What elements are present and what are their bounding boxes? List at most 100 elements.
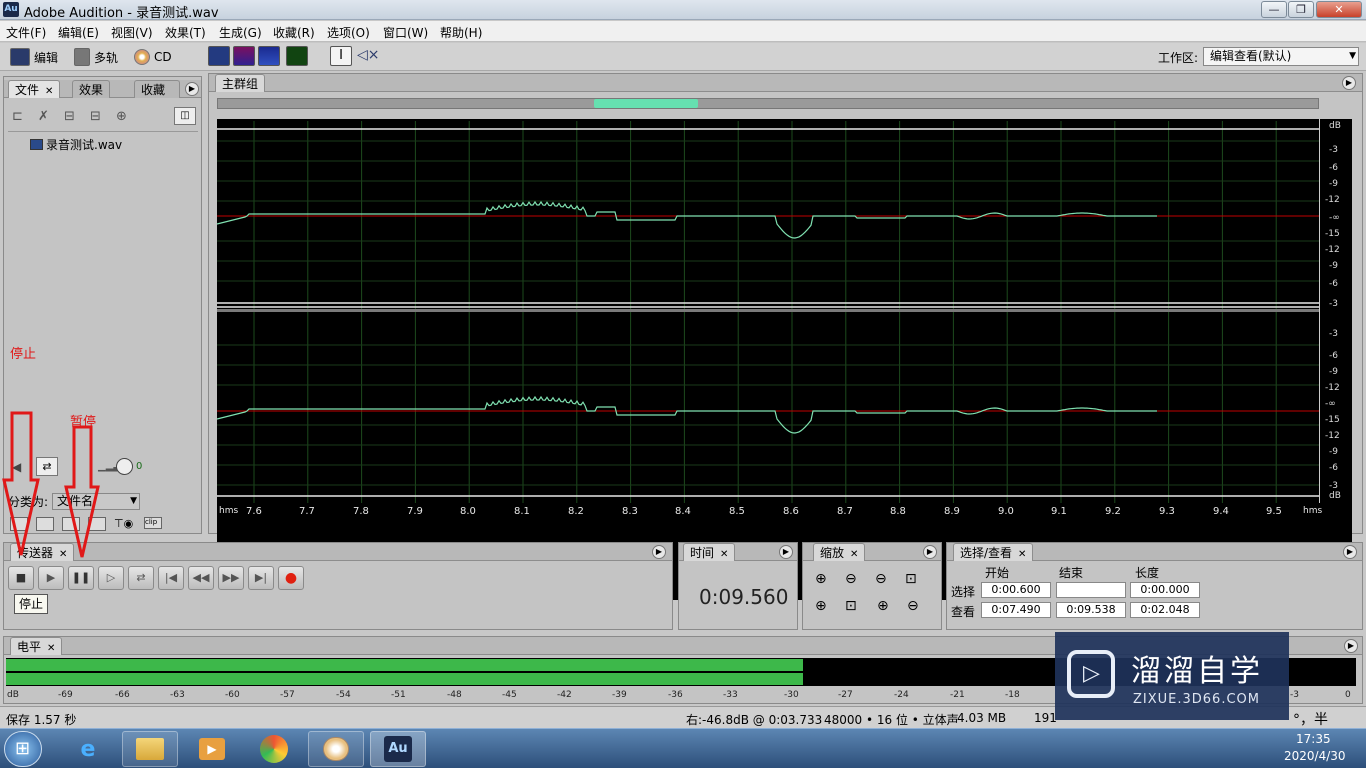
- tab-main-group[interactable]: 主群组: [215, 74, 266, 92]
- taskbar-paint[interactable]: [308, 731, 364, 767]
- taskbar-audition[interactable]: Au: [370, 731, 426, 767]
- maximize-button[interactable]: ❐: [1288, 1, 1314, 18]
- waveform-canvas[interactable]: [217, 121, 1319, 503]
- loop-play-button[interactable]: ⇄: [128, 566, 154, 590]
- overview-scrollbar[interactable]: [217, 98, 1319, 109]
- view-length-field[interactable]: 0:02.048: [1130, 602, 1200, 618]
- spectral-pan-button[interactable]: [258, 46, 280, 66]
- time-selection-tool-icon[interactable]: I: [330, 46, 352, 66]
- menu-file[interactable]: 文件(F): [6, 24, 46, 41]
- minimize-button[interactable]: —: [1261, 1, 1287, 18]
- go-to-end-button[interactable]: ▶|: [248, 566, 274, 590]
- zoom-selection-icon[interactable]: ⊡: [905, 571, 917, 587]
- record-button[interactable]: ●: [278, 566, 304, 590]
- menu-effects[interactable]: 效果(T): [165, 24, 206, 41]
- open-file-icon[interactable]: ⊏: [12, 109, 23, 124]
- tab-selection-view[interactable]: 选择/查看 ✕: [953, 543, 1034, 561]
- waveform-display-button[interactable]: [208, 46, 230, 66]
- close-icon[interactable]: ✕: [45, 86, 53, 97]
- start-button[interactable]: ⊞: [4, 731, 42, 767]
- scroll-thumb[interactable]: [594, 99, 698, 108]
- menu-generate[interactable]: 生成(G): [219, 24, 262, 41]
- zoom-right-edge-icon[interactable]: ⊡: [845, 598, 857, 614]
- edit-view-button[interactable]: 编辑: [10, 46, 58, 68]
- panel-menu-icon[interactable]: ▶: [185, 82, 199, 96]
- menu-view[interactable]: 视图(V): [111, 24, 153, 41]
- ruler-unit: hms: [219, 506, 239, 516]
- time-ruler: hms 7.6 7.7 7.8 7.9 8.0 8.1 8.2 8.3 8.4 …: [217, 506, 1352, 526]
- annotation-arrow-pause: [64, 425, 100, 558]
- multitrack-view-button[interactable]: 多轨: [74, 46, 118, 68]
- view-end-field[interactable]: 0:09.538: [1056, 602, 1126, 618]
- close-icon[interactable]: ✕: [1018, 549, 1026, 560]
- zoom-left-edge-icon[interactable]: ⊕: [815, 598, 827, 614]
- db-label: -15: [1325, 229, 1340, 239]
- close-button[interactable]: ✕: [1316, 1, 1362, 18]
- tab-time[interactable]: 时间 ✕: [683, 543, 736, 561]
- panel-menu-icon[interactable]: ▶: [779, 545, 793, 559]
- stop-button[interactable]: ■: [8, 566, 34, 590]
- tab-zoom[interactable]: 缩放 ✕: [813, 543, 866, 561]
- zoom-out-vertical-icon[interactable]: ⊖: [907, 598, 919, 614]
- tab-level[interactable]: 电平 ✕: [10, 637, 63, 655]
- level-scale-label: -57: [280, 690, 295, 700]
- fast-forward-button[interactable]: ▶▶: [218, 566, 244, 590]
- tab-favorites[interactable]: 收藏夹: [134, 80, 180, 98]
- selection-end-field[interactable]: [1056, 582, 1126, 598]
- close-icon[interactable]: ✕: [720, 549, 728, 560]
- level-scale-label: 0: [1345, 690, 1351, 700]
- insert-cd-icon[interactable]: ⊟: [90, 109, 101, 124]
- menu-edit[interactable]: 编辑(E): [58, 24, 99, 41]
- clip-icon[interactable]: clip: [144, 517, 162, 529]
- hybrid-tool-icon[interactable]: ◁×: [357, 46, 380, 66]
- play-from-cursor-button[interactable]: ▷: [98, 566, 124, 590]
- zoom-in-horizontal-icon[interactable]: ⊕: [815, 571, 827, 587]
- tab-files[interactable]: 文件 ✕: [8, 80, 61, 98]
- taskbar-media[interactable]: ▶: [184, 731, 240, 767]
- file-item[interactable]: 录音测试.wav: [30, 136, 122, 153]
- go-to-start-button[interactable]: |◀: [158, 566, 184, 590]
- pause-button[interactable]: ❚❚: [68, 566, 94, 590]
- close-icon[interactable]: ✕: [47, 643, 55, 654]
- folder-icon: [136, 738, 164, 760]
- status-save-time: 保存 1.57 秒: [6, 713, 77, 727]
- db-label: -12: [1325, 195, 1340, 205]
- taskbar-chrome[interactable]: [246, 731, 302, 767]
- selection-length-field[interactable]: 0:00.000: [1130, 582, 1200, 598]
- zoom-out-full-icon[interactable]: ⊖: [875, 571, 887, 587]
- import-icon[interactable]: ⊕: [116, 109, 127, 124]
- play-button[interactable]: ▶: [38, 566, 64, 590]
- workspace-select[interactable]: 编辑查看(默认) ▼: [1203, 47, 1359, 66]
- close-icon[interactable]: ✕: [850, 549, 858, 560]
- cd-view-button[interactable]: CD: [134, 46, 172, 68]
- db-label: -6: [1329, 351, 1338, 361]
- view-start-field[interactable]: 0:07.490: [981, 602, 1051, 618]
- spectral-display-button[interactable]: [233, 46, 255, 66]
- zoom-out-horizontal-icon[interactable]: ⊖: [845, 571, 857, 587]
- options-icon[interactable]: ◫: [174, 107, 196, 125]
- panel-menu-icon[interactable]: ▶: [923, 545, 937, 559]
- selection-start-field[interactable]: 0:00.600: [981, 582, 1051, 598]
- rewind-button[interactable]: ◀◀: [188, 566, 214, 590]
- menu-help[interactable]: 帮助(H): [440, 24, 482, 41]
- header-end: 结束: [1059, 566, 1084, 580]
- filter-options-icon[interactable]: ⊤◉: [114, 517, 136, 531]
- tab-effects[interactable]: 效果: [72, 80, 111, 98]
- files-toolbar: ⊏ ✗ ⊟ ⊟ ⊕ ◫: [10, 107, 196, 127]
- zoom-in-vertical-icon[interactable]: ⊕: [877, 598, 889, 614]
- volume-knob[interactable]: [116, 458, 133, 475]
- taskbar-explorer[interactable]: [122, 731, 178, 767]
- panel-menu-icon[interactable]: ▶: [1343, 545, 1357, 559]
- insert-multitrack-icon[interactable]: ⊟: [64, 109, 75, 124]
- waveform-display[interactable]: dB -3 -6 -9 -12 -∞ -15 -12 -9 -6 -3 -3 -…: [217, 119, 1352, 600]
- panel-menu-icon[interactable]: ▶: [1342, 76, 1356, 90]
- close-file-icon[interactable]: ✗: [38, 109, 49, 124]
- menu-window[interactable]: 窗口(W): [383, 24, 428, 41]
- menu-options[interactable]: 选项(O): [327, 24, 370, 41]
- panel-menu-icon[interactable]: ▶: [652, 545, 666, 559]
- menu-favorites[interactable]: 收藏(R): [273, 24, 315, 41]
- phase-display-button[interactable]: [286, 46, 308, 66]
- edit-view-label: 编辑: [34, 50, 59, 65]
- panel-menu-icon[interactable]: ▶: [1344, 639, 1358, 653]
- taskbar-ie[interactable]: e: [60, 731, 116, 767]
